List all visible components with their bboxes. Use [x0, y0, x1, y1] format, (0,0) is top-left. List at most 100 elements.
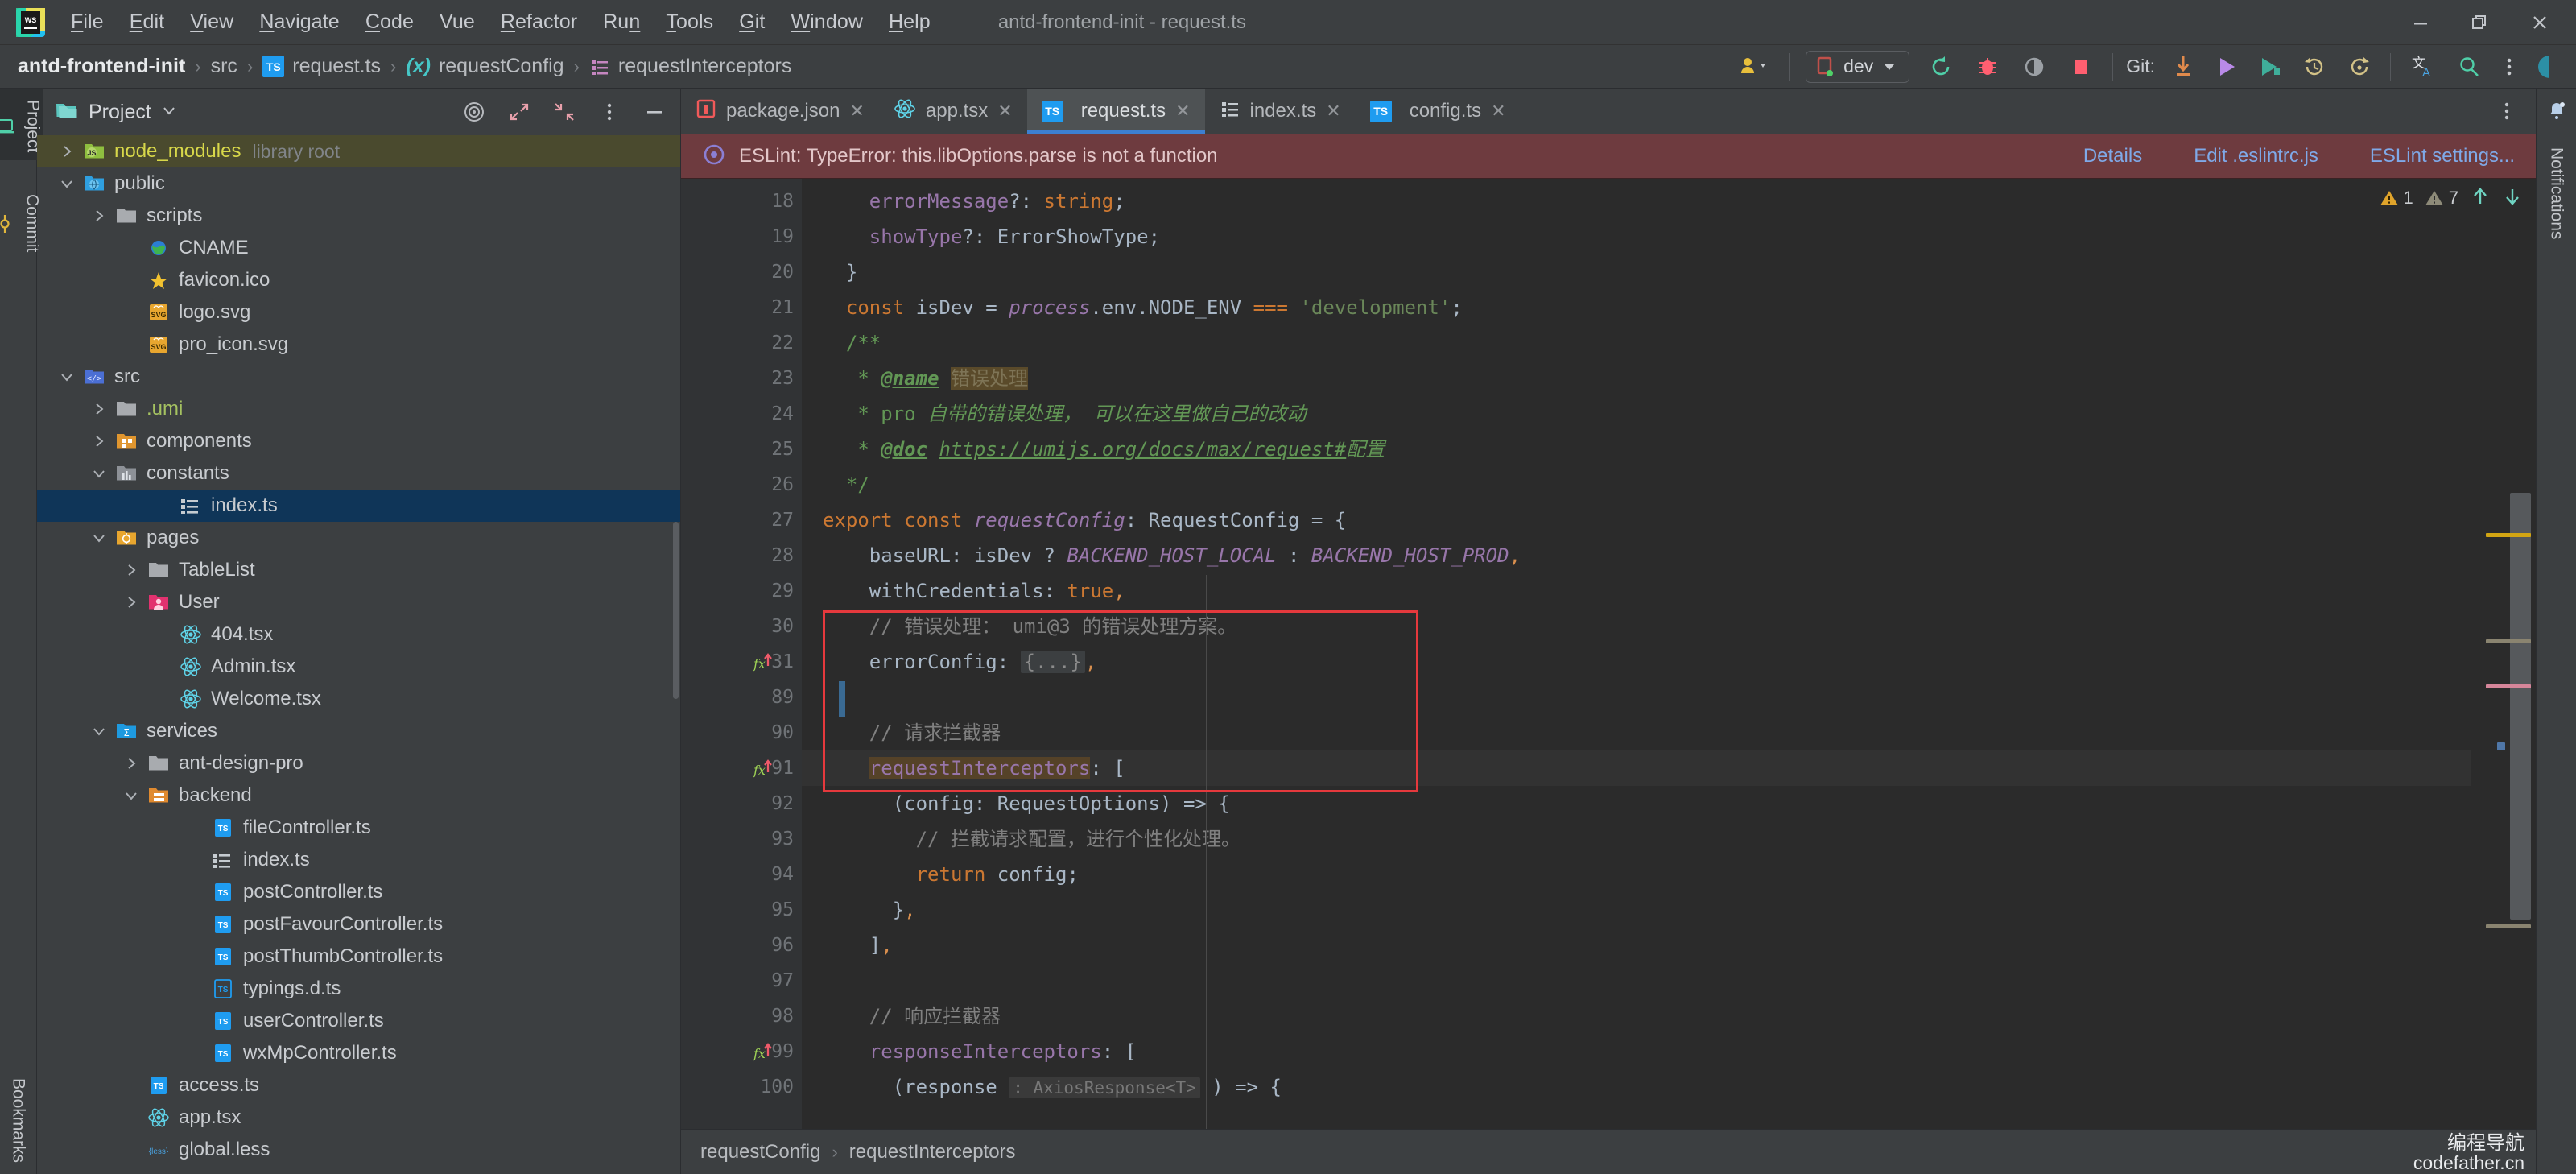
editor-options-icon[interactable]: [2489, 93, 2524, 129]
run-config-selector[interactable]: dev: [1806, 50, 1910, 83]
close-icon[interactable]: ✕: [1175, 101, 1190, 122]
previous-problem-icon[interactable]: [2470, 186, 2491, 211]
gutter-line[interactable]: 97: [681, 963, 802, 998]
sidebar-item-bookmarks[interactable]: Bookmarks: [9, 1067, 28, 1174]
gutter-line[interactable]: fx 31: [681, 644, 819, 680]
chevron-right-icon[interactable]: [85, 434, 113, 449]
gutter-line[interactable]: 95: [681, 892, 819, 928]
menu-help[interactable]: Help: [876, 7, 943, 37]
chevron-down-icon[interactable]: [85, 724, 113, 738]
gutter-line[interactable]: 26: [681, 467, 819, 502]
menu-run[interactable]: Run: [590, 7, 653, 37]
code-line[interactable]: }: [802, 254, 2471, 290]
status-crumb-requestconfig[interactable]: requestConfig: [700, 1141, 820, 1164]
code-line[interactable]: withCredentials: true,: [802, 573, 2471, 609]
git-update-project-icon[interactable]: [2161, 45, 2205, 89]
tree-node[interactable]: 404.tsx: [37, 618, 680, 651]
hide-panel-icon[interactable]: [637, 94, 672, 130]
banner-link-eslint-settings[interactable]: ESLint settings...: [2370, 145, 2515, 167]
error-count[interactable]: 1: [2380, 188, 2413, 209]
tree-node[interactable]: JS node_modules library root: [37, 135, 680, 167]
menu-view[interactable]: View: [177, 7, 246, 37]
editor-scrollbar-thumb[interactable]: [2510, 493, 2531, 920]
code-line[interactable]: baseURL: isDev ? BACKEND_HOST_LOCAL : BA…: [802, 538, 2471, 573]
tree-node[interactable]: Σservices: [37, 715, 680, 747]
gutter-line[interactable]: 22: [681, 325, 819, 361]
account-icon[interactable]: [1729, 45, 1781, 89]
function-error-marker-icon[interactable]: fx: [752, 1034, 776, 1069]
code-line[interactable]: showType?: ErrorShowType;: [802, 219, 2471, 254]
gutter-line[interactable]: 21: [681, 290, 802, 325]
close-icon[interactable]: ✕: [1326, 101, 1340, 122]
menu-navigate[interactable]: Navigate: [246, 7, 352, 37]
code-line[interactable]: [802, 680, 2471, 715]
menu-edit[interactable]: Edit: [117, 7, 178, 37]
code-line[interactable]: */: [802, 467, 2471, 502]
collapse-all-icon[interactable]: [547, 94, 582, 130]
project-file-tree[interactable]: JS node_modules library root public scripts C…: [37, 135, 680, 1174]
tree-node[interactable]: TS wxMpController.ts: [37, 1037, 680, 1069]
tree-node[interactable]: components: [37, 425, 680, 457]
tree-node[interactable]: TS postFavourController.ts: [37, 908, 680, 940]
gutter-line[interactable]: fx 91: [681, 750, 819, 786]
function-error-marker-icon[interactable]: fx: [752, 750, 776, 786]
menu-code[interactable]: Code: [353, 7, 427, 37]
search-everywhere-icon[interactable]: [2446, 45, 2492, 89]
git-push-icon[interactable]: [2248, 45, 2292, 89]
code-line[interactable]: /**: [802, 325, 2471, 361]
git-commit-icon[interactable]: [2205, 45, 2248, 89]
breadcrumb-item-symbol[interactable]: (x) requestConfig: [406, 55, 564, 78]
tree-node[interactable]: TS postController.ts: [37, 876, 680, 908]
menu-git[interactable]: Git: [726, 7, 778, 37]
breadcrumb-item-file[interactable]: TS request.ts: [262, 55, 381, 78]
code-line[interactable]: * @doc https://umijs.org/docs/max/reques…: [802, 432, 2471, 467]
more-options-icon[interactable]: [2492, 45, 2526, 89]
tab-app-tsx[interactable]: app.tsx ✕: [879, 89, 1027, 134]
tree-node[interactable]: Admin.tsx: [37, 651, 680, 683]
chevron-down-icon[interactable]: [161, 102, 177, 122]
gutter-line[interactable]: 28: [681, 538, 802, 573]
code-line[interactable]: export const requestConfig: RequestConfi…: [802, 502, 2471, 538]
chevron-down-icon[interactable]: [85, 531, 113, 545]
git-history-icon[interactable]: [2292, 45, 2337, 89]
chevron-right-icon[interactable]: [85, 209, 113, 223]
function-error-marker-icon[interactable]: fx: [752, 644, 776, 680]
code-line[interactable]: (response : AxiosResponse<T> ) => {: [802, 1069, 2471, 1105]
tree-node[interactable]: TS fileController.ts: [37, 812, 680, 844]
chevron-down-icon[interactable]: [85, 466, 113, 481]
sidebar-item-commit[interactable]: Commit: [0, 183, 42, 260]
code-line[interactable]: // 拦截请求配置，进行个性化处理。: [802, 821, 2471, 857]
gutter-line[interactable]: 23: [681, 361, 802, 396]
menu-vue[interactable]: Vue: [427, 7, 488, 37]
tab-request-ts[interactable]: TS request.ts ✕: [1026, 89, 1205, 134]
chevron-right-icon[interactable]: [85, 402, 113, 416]
gutter-line[interactable]: 18: [681, 184, 802, 219]
code-line[interactable]: * pro 自带的错误处理， 可以在这里做自己的改动: [802, 396, 2471, 432]
gutter-line[interactable]: 19: [681, 219, 802, 254]
code-line[interactable]: // 响应拦截器: [802, 998, 2471, 1034]
chevron-right-icon[interactable]: [118, 563, 145, 577]
tree-node[interactable]: TS access.ts: [37, 1069, 680, 1102]
code-line[interactable]: // 请求拦截器: [802, 715, 2471, 750]
chevron-down-icon[interactable]: [53, 370, 80, 384]
breadcrumb-item-project[interactable]: antd-frontend-init: [18, 55, 185, 78]
close-icon[interactable]: [2510, 1, 2570, 44]
close-icon[interactable]: ✕: [849, 101, 864, 122]
tree-node[interactable]: ant-design-pro: [37, 747, 680, 779]
select-opened-file-icon[interactable]: [456, 94, 492, 130]
run-with-coverage-icon[interactable]: [2011, 45, 2058, 89]
chevron-down-icon[interactable]: [118, 788, 145, 803]
menu-file[interactable]: File: [58, 7, 117, 37]
tree-node[interactable]: TS typings.d.ts: [37, 973, 680, 1005]
gutter-line[interactable]: 100: [681, 1069, 819, 1105]
menu-window[interactable]: Window: [778, 7, 876, 37]
code-content[interactable]: errorMessage?: string; showType?: ErrorS…: [802, 179, 2471, 1129]
close-icon[interactable]: ✕: [997, 101, 1012, 122]
tree-node[interactable]: pages: [37, 522, 680, 554]
chevron-right-icon[interactable]: [53, 144, 80, 159]
chevron-right-icon[interactable]: [118, 595, 145, 610]
tree-node[interactable]: scripts: [37, 200, 680, 232]
tree-node[interactable]: public: [37, 167, 680, 200]
tree-node[interactable]: TS postThumbController.ts: [37, 940, 680, 973]
chevron-down-icon[interactable]: [53, 176, 80, 191]
